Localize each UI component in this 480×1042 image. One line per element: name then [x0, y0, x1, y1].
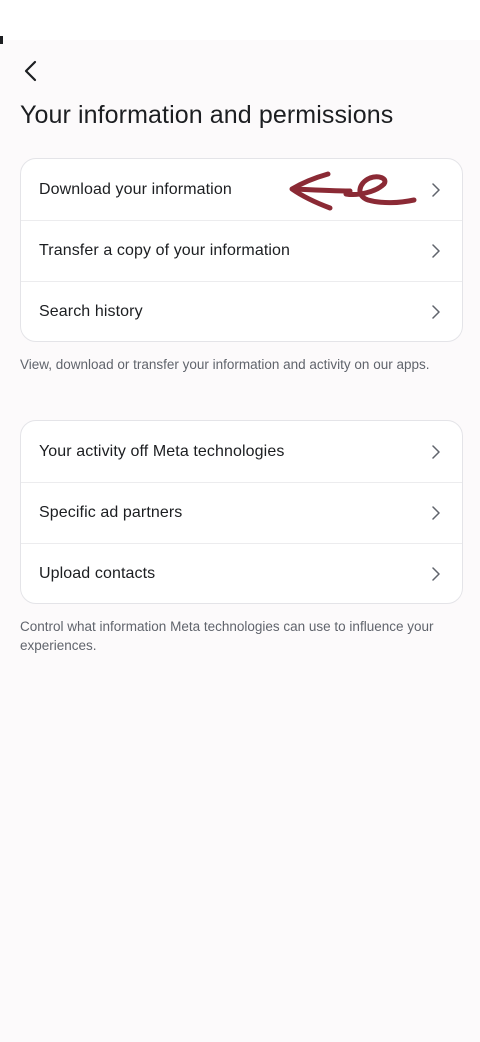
chevron-right-icon — [429, 567, 443, 581]
download-information-item[interactable]: Download your information — [21, 159, 462, 220]
chevron-right-icon — [429, 182, 443, 197]
status-bar-area — [0, 0, 480, 40]
page-title: Your information and permissions — [20, 101, 394, 129]
item-label: Search history — [39, 303, 143, 320]
chevron-left-icon — [24, 60, 37, 82]
chevron-right-icon — [429, 506, 443, 520]
information-caption: View, download or transfer your informat… — [20, 357, 430, 372]
back-button[interactable] — [14, 54, 48, 88]
search-history-item[interactable]: Search history — [21, 281, 462, 341]
chevron-right-icon — [429, 244, 443, 258]
chevron-right-icon — [429, 305, 443, 319]
item-label: Your activity off Meta technologies — [39, 442, 285, 460]
upload-contacts-item[interactable]: Upload contacts — [21, 543, 462, 603]
item-label: Upload contacts — [39, 565, 156, 582]
item-label: Transfer a copy of your information — [39, 242, 291, 259]
status-bar-mark — [0, 36, 3, 44]
activity-off-meta-item[interactable]: Your activity off Meta technologies — [21, 421, 462, 482]
information-card: Download your information Transfer a cop… — [20, 158, 463, 342]
item-label: Download your information — [39, 180, 232, 198]
ad-preferences-caption: Control what information Meta technologi… — [20, 619, 434, 653]
item-label: Specific ad partners — [39, 504, 183, 521]
chevron-right-icon — [429, 444, 443, 459]
ad-preferences-card: Your activity off Meta technologies Spec… — [20, 420, 463, 604]
transfer-information-item[interactable]: Transfer a copy of your information — [21, 220, 462, 281]
specific-ad-partners-item[interactable]: Specific ad partners — [21, 482, 462, 543]
settings-screen: Your information and permissions Downloa… — [0, 0, 480, 1042]
